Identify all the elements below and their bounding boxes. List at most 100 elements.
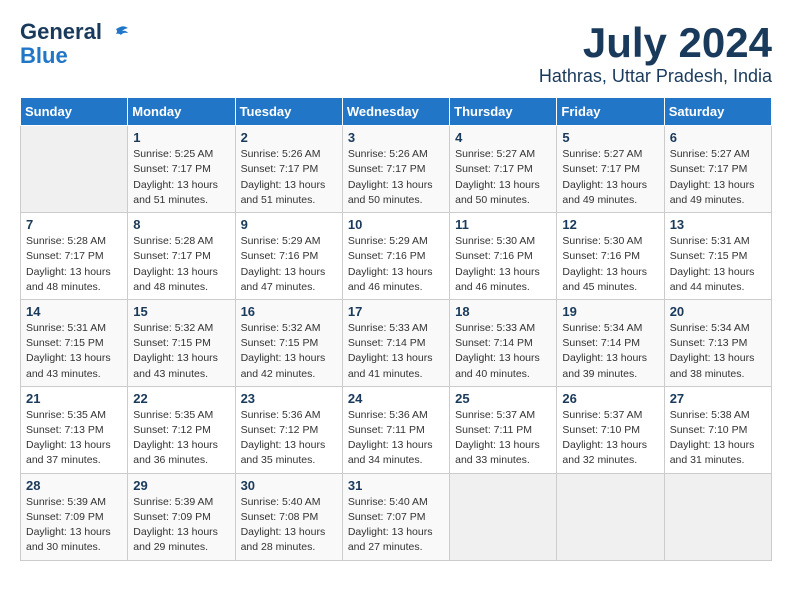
day-info: Sunrise: 5:40 AMSunset: 7:07 PMDaylight:…: [348, 495, 444, 556]
day-number: 10: [348, 217, 444, 232]
table-row: 28 Sunrise: 5:39 AMSunset: 7:09 PMDayligh…: [21, 473, 128, 560]
day-number: 7: [26, 217, 122, 232]
logo-blue: Blue: [20, 44, 68, 68]
table-row: 2 Sunrise: 5:26 AMSunset: 7:17 PMDaylight…: [235, 126, 342, 213]
table-row: [21, 126, 128, 213]
day-info: Sunrise: 5:26 AMSunset: 7:17 PMDaylight:…: [241, 147, 337, 208]
location-title: Hathras, Uttar Pradesh, India: [539, 66, 772, 87]
table-row: 10 Sunrise: 5:29 AMSunset: 7:16 PMDayligh…: [342, 213, 449, 300]
table-row: 22Sunrise: 5:35 AMSunset: 7:12 PMDayligh…: [128, 386, 235, 473]
day-info: Sunrise: 5:27 AMSunset: 7:17 PMDaylight:…: [670, 147, 766, 208]
table-row: 12Sunrise: 5:30 AMSunset: 7:16 PMDayligh…: [557, 213, 664, 300]
table-row: 27 Sunrise: 5:38 AMSunset: 7:10 PMDayligh…: [664, 386, 771, 473]
day-number: 19: [562, 304, 658, 319]
calendar-week-row: 21Sunrise: 5:35 AMSunset: 7:13 PMDayligh…: [21, 386, 772, 473]
day-info: Sunrise: 5:27 AMSunset: 7:17 PMDaylight:…: [562, 147, 658, 208]
calendar-header-row: Sunday Monday Tuesday Wednesday Thursday…: [21, 98, 772, 126]
month-title: July 2024: [539, 20, 772, 66]
table-row: 8 Sunrise: 5:28 AMSunset: 7:17 PMDaylight…: [128, 213, 235, 300]
day-number: 13: [670, 217, 766, 232]
table-row: 29 Sunrise: 5:39 AMSunset: 7:09 PMDayligh…: [128, 473, 235, 560]
day-number: 16: [241, 304, 337, 319]
day-number: 14: [26, 304, 122, 319]
table-row: [557, 473, 664, 560]
table-row: 13 Sunrise: 5:31 AMSunset: 7:15 PMDayligh…: [664, 213, 771, 300]
col-monday: Monday: [128, 98, 235, 126]
day-info: Sunrise: 5:28 AMSunset: 7:17 PMDaylight:…: [26, 234, 122, 295]
day-number: 26: [562, 391, 658, 406]
table-row: 5Sunrise: 5:27 AMSunset: 7:17 PMDaylight…: [557, 126, 664, 213]
day-info: Sunrise: 5:36 AMSunset: 7:12 PMDaylight:…: [241, 408, 337, 469]
day-number: 22: [133, 391, 229, 406]
day-info: Sunrise: 5:28 AMSunset: 7:17 PMDaylight:…: [133, 234, 229, 295]
day-number: 17: [348, 304, 444, 319]
day-number: 23: [241, 391, 337, 406]
day-number: 15: [133, 304, 229, 319]
day-number: 18: [455, 304, 551, 319]
day-info: Sunrise: 5:26 AMSunset: 7:17 PMDaylight:…: [348, 147, 444, 208]
calendar-week-row: 28 Sunrise: 5:39 AMSunset: 7:09 PMDayligh…: [21, 473, 772, 560]
table-row: 25 Sunrise: 5:37 AMSunset: 7:11 PMDayligh…: [450, 386, 557, 473]
day-info: Sunrise: 5:32 AMSunset: 7:15 PMDaylight:…: [133, 321, 229, 382]
day-info: Sunrise: 5:29 AMSunset: 7:16 PMDaylight:…: [348, 234, 444, 295]
day-number: 25: [455, 391, 551, 406]
table-row: 3Sunrise: 5:26 AMSunset: 7:17 PMDaylight…: [342, 126, 449, 213]
day-number: 9: [241, 217, 337, 232]
day-info: Sunrise: 5:38 AMSunset: 7:10 PMDaylight:…: [670, 408, 766, 469]
day-info: Sunrise: 5:33 AMSunset: 7:14 PMDaylight:…: [348, 321, 444, 382]
day-info: Sunrise: 5:34 AMSunset: 7:14 PMDaylight:…: [562, 321, 658, 382]
table-row: 11 Sunrise: 5:30 AMSunset: 7:16 PMDayligh…: [450, 213, 557, 300]
day-info: Sunrise: 5:32 AMSunset: 7:15 PMDaylight:…: [241, 321, 337, 382]
table-row: 1Sunrise: 5:25 AMSunset: 7:17 PMDaylight…: [128, 126, 235, 213]
table-row: 19 Sunrise: 5:34 AMSunset: 7:14 PMDayligh…: [557, 299, 664, 386]
day-number: 6: [670, 130, 766, 145]
day-info: Sunrise: 5:31 AMSunset: 7:15 PMDaylight:…: [26, 321, 122, 382]
col-thursday: Thursday: [450, 98, 557, 126]
day-info: Sunrise: 5:37 AMSunset: 7:11 PMDaylight:…: [455, 408, 551, 469]
day-number: 21: [26, 391, 122, 406]
day-info: Sunrise: 5:30 AMSunset: 7:16 PMDaylight:…: [455, 234, 551, 295]
table-row: [450, 473, 557, 560]
table-row: 15 Sunrise: 5:32 AMSunset: 7:15 PMDayligh…: [128, 299, 235, 386]
day-number: 2: [241, 130, 337, 145]
day-number: 29: [133, 478, 229, 493]
day-number: 12: [562, 217, 658, 232]
day-info: Sunrise: 5:36 AMSunset: 7:11 PMDaylight:…: [348, 408, 444, 469]
logo-general: General: [20, 19, 102, 44]
table-row: 14 Sunrise: 5:31 AMSunset: 7:15 PMDayligh…: [21, 299, 128, 386]
table-row: 16 Sunrise: 5:32 AMSunset: 7:15 PMDayligh…: [235, 299, 342, 386]
day-number: 28: [26, 478, 122, 493]
page-header: General Blue July 2024 Hathras, Uttar Pr…: [20, 20, 772, 87]
table-row: 31 Sunrise: 5:40 AMSunset: 7:07 PMDayligh…: [342, 473, 449, 560]
day-number: 8: [133, 217, 229, 232]
col-friday: Friday: [557, 98, 664, 126]
day-number: 27: [670, 391, 766, 406]
table-row: 6 Sunrise: 5:27 AMSunset: 7:17 PMDaylight…: [664, 126, 771, 213]
day-info: Sunrise: 5:29 AMSunset: 7:16 PMDaylight:…: [241, 234, 337, 295]
table-row: 26 Sunrise: 5:37 AMSunset: 7:10 PMDayligh…: [557, 386, 664, 473]
calendar-week-row: 1Sunrise: 5:25 AMSunset: 7:17 PMDaylight…: [21, 126, 772, 213]
day-info: Sunrise: 5:39 AMSunset: 7:09 PMDaylight:…: [26, 495, 122, 556]
day-info: Sunrise: 5:31 AMSunset: 7:15 PMDaylight:…: [670, 234, 766, 295]
table-row: 20Sunrise: 5:34 AMSunset: 7:13 PMDayligh…: [664, 299, 771, 386]
day-number: 31: [348, 478, 444, 493]
day-number: 24: [348, 391, 444, 406]
col-sunday: Sunday: [21, 98, 128, 126]
title-block: July 2024 Hathras, Uttar Pradesh, India: [539, 20, 772, 87]
table-row: 24 Sunrise: 5:36 AMSunset: 7:11 PMDayligh…: [342, 386, 449, 473]
table-row: 17 Sunrise: 5:33 AMSunset: 7:14 PMDayligh…: [342, 299, 449, 386]
col-saturday: Saturday: [664, 98, 771, 126]
col-wednesday: Wednesday: [342, 98, 449, 126]
col-tuesday: Tuesday: [235, 98, 342, 126]
day-info: Sunrise: 5:27 AMSunset: 7:17 PMDaylight:…: [455, 147, 551, 208]
day-info: Sunrise: 5:39 AMSunset: 7:09 PMDaylight:…: [133, 495, 229, 556]
table-row: [664, 473, 771, 560]
day-number: 11: [455, 217, 551, 232]
day-number: 30: [241, 478, 337, 493]
day-info: Sunrise: 5:25 AMSunset: 7:17 PMDaylight:…: [133, 147, 229, 208]
logo: General Blue: [20, 20, 130, 68]
day-info: Sunrise: 5:37 AMSunset: 7:10 PMDaylight:…: [562, 408, 658, 469]
table-row: 4Sunrise: 5:27 AMSunset: 7:17 PMDaylight…: [450, 126, 557, 213]
day-info: Sunrise: 5:34 AMSunset: 7:13 PMDaylight:…: [670, 321, 766, 382]
table-row: 23 Sunrise: 5:36 AMSunset: 7:12 PMDayligh…: [235, 386, 342, 473]
